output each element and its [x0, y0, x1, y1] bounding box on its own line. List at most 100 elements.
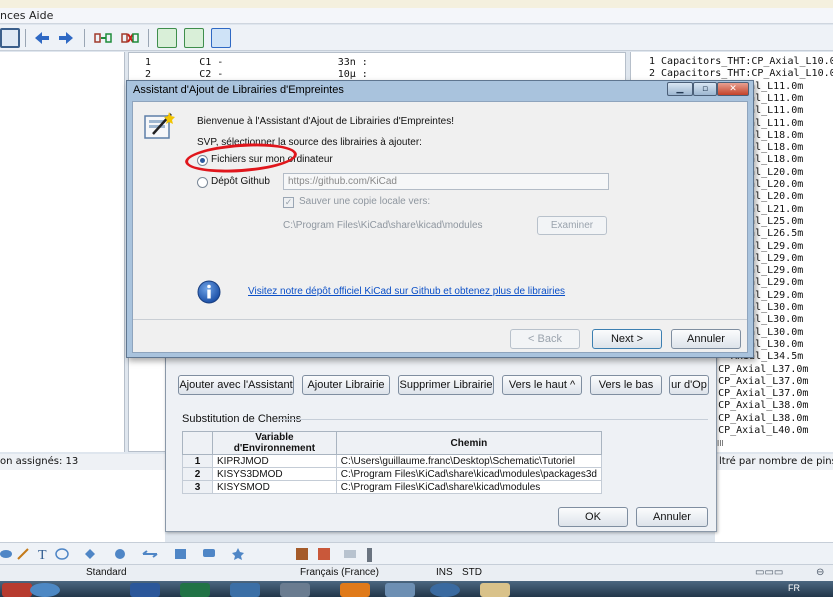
- filter-pins-icon[interactable]: [184, 28, 204, 48]
- taskbar-word-icon[interactable]: [130, 583, 160, 597]
- list-item[interactable]: 2 Capacitors_THT:CP_Axial_L10.0m: [649, 68, 833, 79]
- smiley-tool-icon: [115, 549, 125, 559]
- windows-taskbar: FR: [0, 581, 833, 597]
- column-header-variable[interactable]: Variable d'Environnement: [212, 431, 337, 455]
- footer-separator: [133, 319, 747, 320]
- taskbar-app-icon[interactable]: [385, 583, 415, 597]
- add-library-button[interactable]: Ajouter Librairie: [302, 375, 390, 395]
- wizard-body: Bienvenue à l'Assistant d'Ajout de Libra…: [132, 101, 748, 353]
- group-line: [276, 419, 708, 420]
- arrow-right-icon[interactable]: [56, 28, 76, 48]
- status-assigned-count: on assignés: 13: [0, 454, 165, 470]
- selection-mode[interactable]: STD: [462, 567, 482, 578]
- taskbar-app-icon[interactable]: [430, 583, 460, 597]
- text-tool-icon: T: [38, 548, 47, 563]
- taskbar-app-icon[interactable]: [280, 583, 310, 597]
- table-row[interactable]: 3 KISYSMOD C:\Program Files\KiCad\share\…: [181, 480, 603, 494]
- details-pane: [0, 470, 165, 542]
- toolbar-separator: [25, 29, 26, 47]
- scrollbar-grip[interactable]: III: [717, 439, 724, 448]
- flowchart-tool-icon: [175, 549, 186, 559]
- callout-tool-icon: [55, 548, 69, 560]
- minimize-icon[interactable]: ▁: [667, 82, 693, 96]
- chart-tool-icon: [318, 548, 330, 560]
- menu-help[interactable]: Aide: [29, 9, 53, 22]
- view-layout-icon[interactable]: ▭▭▭: [755, 567, 783, 578]
- column-header-path[interactable]: Chemin: [335, 431, 603, 455]
- cell-path[interactable]: C:\Users\guillaume.franc\Desktop\Schemat…: [335, 454, 603, 468]
- close-icon[interactable]: ✕: [717, 82, 749, 96]
- arrows-tool-icon: [142, 550, 158, 558]
- application-statusbar: Standard Français (France) INS STD ▭▭▭ ⊖: [0, 564, 833, 581]
- add-with-wizard-button[interactable]: Ajouter avec l'Assistant: [178, 375, 294, 395]
- table-row[interactable]: 1 KIPRJMOD C:\Users\guillaume.franc\Desk…: [181, 454, 603, 468]
- taskbar-vlc-icon[interactable]: [340, 583, 370, 597]
- list-item[interactable]: 1 C1 - 33n :: [145, 57, 368, 68]
- move-down-button[interactable]: Vers le bas: [590, 375, 662, 395]
- wizard-wand-icon: [141, 110, 177, 142]
- delete-assign-icon[interactable]: [120, 28, 140, 48]
- cell-path[interactable]: C:\Program Files\KiCad\share\kicad\modul…: [335, 467, 603, 481]
- list-item[interactable]: 1 Capacitors_THT:CP_Axial_L10.0m: [649, 56, 833, 67]
- radio-github-label[interactable]: Dépôt Github: [211, 176, 270, 187]
- taskbar-app-icon[interactable]: [2, 583, 32, 597]
- more-tools-icon: [367, 548, 372, 562]
- info-icon: [197, 280, 221, 304]
- diamond-tool-icon: [85, 549, 95, 559]
- image-tool-icon: [296, 548, 308, 560]
- wizard-cancel-button[interactable]: Annuler: [671, 329, 741, 349]
- language-indicator[interactable]: FR: [788, 583, 800, 593]
- toolbar-separator: [84, 29, 85, 47]
- maximize-icon[interactable]: ▫: [693, 82, 717, 96]
- options-button[interactable]: ur d'Op: [669, 375, 709, 395]
- next-button[interactable]: Next >: [592, 329, 662, 349]
- table-header-row: Variable d'Environnement Chemin: [181, 431, 603, 455]
- taskbar-app-icon[interactable]: [230, 583, 260, 597]
- save-copy-label: Sauver une copie locale vers:: [299, 196, 431, 207]
- table-row[interactable]: 2 KISYS3DMOD C:\Program Files\KiCad\shar…: [181, 467, 603, 481]
- welcome-text: Bienvenue à l'Assistant d'Ajout de Libra…: [197, 116, 454, 127]
- row-number: 1: [181, 454, 214, 468]
- browse-button[interactable]: Examiner: [537, 216, 607, 235]
- window-titlebar: [0, 0, 833, 8]
- star-tool-icon: [232, 548, 244, 560]
- line-tool-icon: [17, 548, 29, 560]
- taskbar-browser-icon[interactable]: [30, 583, 60, 597]
- filter-library-icon[interactable]: [211, 28, 231, 48]
- arrow-left-icon[interactable]: [32, 28, 52, 48]
- library-list-pane[interactable]: [0, 52, 125, 452]
- github-url-field[interactable]: https://github.com/KiCad: [283, 173, 609, 190]
- row-number: 2: [181, 467, 214, 481]
- filter-keywords-icon[interactable]: [157, 28, 177, 48]
- row-header-corner: [181, 431, 214, 455]
- insert-mode[interactable]: INS: [436, 567, 453, 578]
- details-pane-right: [715, 470, 833, 542]
- drawing-toolbar: T: [0, 542, 833, 564]
- main-toolbar: [0, 25, 833, 51]
- zoom-minus-icon[interactable]: ⊖: [816, 567, 824, 578]
- list-item[interactable]: 2 C2 - 10µ :: [145, 69, 368, 80]
- ellipse-tool-icon: [0, 550, 12, 558]
- local-path-text: C:\Program Files\KiCad\share\kicad\modul…: [283, 220, 483, 231]
- github-info-link[interactable]: Visitez notre dépôt officiel KiCad sur G…: [248, 286, 565, 297]
- cancel-button[interactable]: Annuler: [636, 507, 708, 527]
- menu-preferences[interactable]: nces: [0, 9, 26, 22]
- config-icon[interactable]: [0, 28, 20, 48]
- row-number: 3: [181, 480, 214, 494]
- taskbar-excel-icon[interactable]: [180, 583, 210, 597]
- save-copy-checkbox[interactable]: ✓: [283, 197, 294, 208]
- move-up-button[interactable]: Vers le haut ^: [502, 375, 582, 395]
- auto-assign-icon[interactable]: [93, 28, 113, 48]
- remove-library-button[interactable]: Supprimer Librairie: [398, 375, 494, 395]
- ok-button[interactable]: OK: [558, 507, 628, 527]
- cell-variable[interactable]: KIPRJMOD: [212, 454, 337, 468]
- back-button[interactable]: < Back: [510, 329, 580, 349]
- cell-variable[interactable]: KISYSMOD: [212, 480, 337, 494]
- extrusion-tool-icon: [344, 550, 356, 558]
- cell-path[interactable]: C:\Program Files\KiCad\share\kicad\modul…: [335, 480, 603, 494]
- taskbar-app-icon[interactable]: [480, 583, 510, 597]
- radio-github[interactable]: [197, 177, 208, 188]
- cell-variable[interactable]: KISYS3DMOD: [212, 467, 337, 481]
- library-wizard-dialog: Assistant d'Ajout de Librairies d'Emprei…: [126, 80, 754, 358]
- dialog-title: Assistant d'Ajout de Librairies d'Emprei…: [133, 84, 344, 96]
